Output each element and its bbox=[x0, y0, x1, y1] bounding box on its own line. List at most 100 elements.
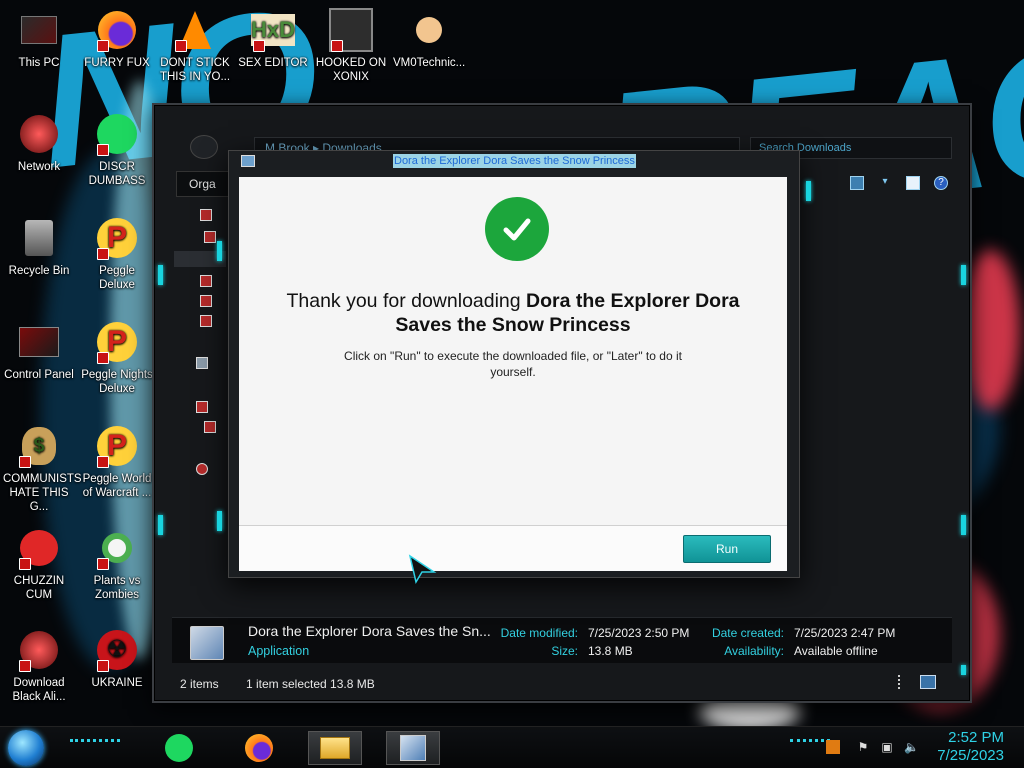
desktop-icon-label: Plants vs Zombies bbox=[93, 575, 141, 601]
desktop-icon-network[interactable]: Network bbox=[1, 112, 77, 174]
selection-info: 1 item selected 13.8 MB bbox=[246, 677, 375, 691]
desktop-icon-label: Peggle Deluxe bbox=[99, 265, 135, 291]
download-complete-dialog: Dora the Explorer Dora Saves the Snow Pr… bbox=[217, 150, 811, 578]
date-modified-value: 7/25/2023 2:50 PM bbox=[588, 626, 690, 640]
date-created-value: 7/25/2023 2:47 PM bbox=[794, 626, 896, 640]
flower-icon bbox=[95, 526, 139, 570]
desktop-icon-label: Download Black Ali... bbox=[12, 677, 66, 703]
run-button[interactable]: Run bbox=[683, 535, 771, 563]
desktop-icon-label: FURRY FUX bbox=[84, 57, 150, 69]
desktop-icon-peggle-nights[interactable]: P Peggle Nights Deluxe bbox=[79, 320, 155, 396]
nav-item-icon[interactable] bbox=[196, 401, 208, 413]
desktop-icon-ukraine[interactable]: ☢ UKRAINE bbox=[79, 628, 155, 690]
spotify-icon bbox=[165, 734, 193, 762]
clock-date: 7/25/2023 bbox=[937, 747, 1004, 764]
preview-pane-icon[interactable] bbox=[906, 176, 920, 190]
chevron-down-icon[interactable]: ▾ bbox=[878, 176, 892, 190]
desktop-icon-label: SEX EDITOR bbox=[238, 57, 308, 69]
desktop-icon-label: DISCR DUMBASS bbox=[88, 161, 146, 187]
desktop-icon-chuzzin-cum[interactable]: CHUZZIN CUM bbox=[1, 526, 77, 602]
change-view-icon[interactable] bbox=[850, 176, 864, 190]
taskbar-app-installer[interactable] bbox=[386, 731, 440, 765]
view-toolbar: ▾ ? bbox=[818, 171, 948, 195]
peggle-icon: P bbox=[95, 424, 139, 468]
frame-accent bbox=[806, 181, 811, 201]
firefox-icon bbox=[95, 8, 139, 52]
date-modified-label: Date modified: bbox=[500, 626, 578, 640]
clock-time: 2:52 PM bbox=[948, 729, 1004, 746]
desktop-icon-vm0technic[interactable]: VM0Technic... bbox=[391, 8, 467, 70]
taskbar-app-file-explorer[interactable] bbox=[308, 731, 362, 765]
installer-icon bbox=[241, 155, 255, 167]
action-center-flag-icon[interactable]: ⚑ bbox=[856, 740, 870, 754]
shortcut-arrow-icon bbox=[97, 40, 109, 52]
start-button[interactable] bbox=[8, 730, 44, 766]
desktop-icon-label: Peggle Nights Deluxe bbox=[81, 369, 153, 395]
nav-item-icon[interactable] bbox=[204, 421, 216, 433]
taskbar-app-firefox[interactable] bbox=[232, 731, 286, 765]
network-icon[interactable]: ▣ bbox=[880, 740, 894, 754]
money-bag-icon: $ bbox=[17, 424, 61, 468]
nav-item-icon[interactable] bbox=[196, 463, 208, 475]
desktop-icon-peggle-wow[interactable]: P Peggle World of Warcraft ... bbox=[79, 424, 155, 500]
desktop-icon-recycle-bin[interactable]: Recycle Bin bbox=[1, 216, 77, 278]
help-icon[interactable]: ? bbox=[934, 176, 948, 190]
nav-item-icon[interactable] bbox=[200, 275, 212, 287]
taskbar: ⚑ ▣ 🔈 2:52 PM 7/25/2023 bbox=[0, 726, 1024, 768]
recycle-bin-icon bbox=[17, 216, 61, 260]
desktop-icon-dont-stick[interactable]: DONT STICK THIS IN YO... bbox=[157, 8, 233, 84]
item-count: 2 items bbox=[180, 677, 219, 691]
desktop-icon-sex-editor[interactable]: HxD SEX EDITOR bbox=[235, 8, 311, 70]
nav-item-icon[interactable] bbox=[200, 209, 212, 221]
desktop-icon-label: Peggle World of Warcraft ... bbox=[82, 473, 152, 499]
size-value: 13.8 MB bbox=[588, 644, 633, 658]
hxd-icon: HxD bbox=[251, 8, 296, 52]
desktop-icon-plants-vs-zombies[interactable]: Plants vs Zombies bbox=[79, 526, 155, 602]
shortcut-arrow-icon bbox=[97, 558, 109, 570]
peggle-icon: P bbox=[95, 216, 139, 260]
nav-item-icon[interactable] bbox=[204, 231, 216, 243]
shortcut-arrow-icon bbox=[331, 40, 343, 52]
desktop-icon-label: HOOKED ON XONIX bbox=[315, 57, 387, 83]
shortcut-arrow-icon bbox=[97, 248, 109, 260]
folder-icon bbox=[320, 737, 350, 759]
large-icons-view-icon[interactable] bbox=[920, 675, 936, 689]
frame-accent bbox=[158, 515, 163, 535]
frame-accent bbox=[158, 265, 163, 285]
desktop-icon-hooked-on-xonix[interactable]: HOOKED ON XONIX bbox=[313, 8, 389, 84]
dialog-body: Thank you for downloading Dora the Explo… bbox=[239, 177, 787, 525]
dialog-description: Click on "Run" to execute the downloaded… bbox=[344, 349, 682, 379]
nav-item-icon[interactable] bbox=[196, 357, 208, 369]
system-clock[interactable]: 2:52 PM 7/25/2023 bbox=[937, 729, 1004, 765]
taskbar-app-spotify[interactable] bbox=[152, 731, 206, 765]
shortcut-arrow-icon bbox=[253, 40, 265, 52]
tray-app-icon[interactable] bbox=[826, 740, 840, 754]
dialog-footer: Run bbox=[239, 525, 787, 571]
desktop-icon-label: COMMUNISTS HATE THIS G... bbox=[3, 473, 82, 513]
desktop-icon-furry-fux[interactable]: FURRY FUX bbox=[79, 8, 155, 70]
desktop-icon-peggle-deluxe[interactable]: P Peggle Deluxe bbox=[79, 216, 155, 292]
shortcut-arrow-icon bbox=[19, 558, 31, 570]
file-type: Application bbox=[248, 644, 310, 658]
nav-item-icon[interactable] bbox=[200, 315, 212, 327]
status-bar: 2 items 1 item selected 13.8 MB bbox=[172, 671, 952, 695]
firefox-icon bbox=[245, 734, 273, 762]
desktop-icon-label: Recycle Bin bbox=[8, 265, 70, 277]
nav-item-icon[interactable] bbox=[200, 295, 212, 307]
details-view-icon[interactable] bbox=[898, 675, 906, 689]
xonix-game-icon bbox=[329, 8, 373, 52]
control-panel-icon bbox=[17, 320, 61, 364]
shortcut-arrow-icon bbox=[19, 660, 31, 672]
desktop-icon-label: DONT STICK THIS IN YO... bbox=[159, 57, 231, 83]
volume-icon[interactable]: 🔈 bbox=[904, 740, 919, 754]
frame-accent bbox=[217, 241, 222, 261]
shortcut-arrow-icon bbox=[175, 40, 187, 52]
desktop-icon-control-panel[interactable]: Control Panel bbox=[1, 320, 77, 382]
desktop-icon-this-pc[interactable]: This PC bbox=[1, 8, 77, 70]
desktop-icon-communists[interactable]: $ COMMUNISTS HATE THIS G... bbox=[1, 424, 82, 514]
desktop-icon-discr-dumbass[interactable]: DISCR DUMBASS bbox=[79, 112, 155, 188]
desktop-icon-download-black-ali[interactable]: Download Black Ali... bbox=[1, 628, 77, 704]
back-button[interactable] bbox=[190, 135, 218, 159]
desktop-icon-label: VM0Technic... bbox=[393, 57, 466, 69]
desktop-icon-label: Network bbox=[17, 161, 61, 173]
